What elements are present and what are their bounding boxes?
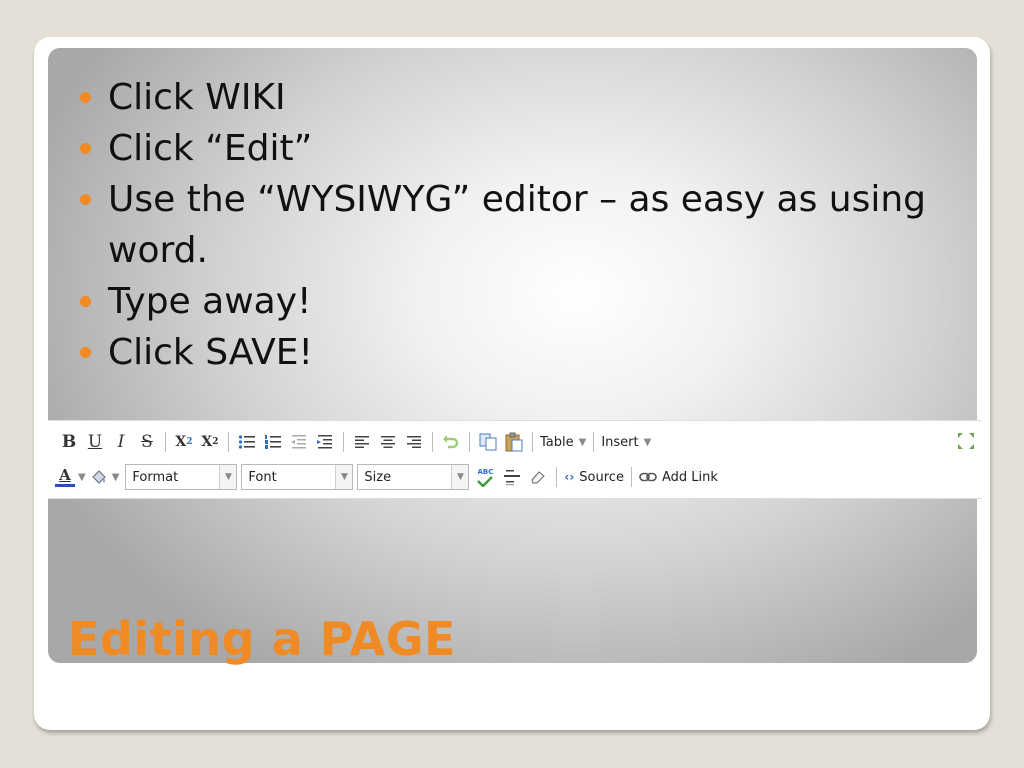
chevron-down-icon: ▼ [219, 465, 237, 489]
text-color-button[interactable]: A [54, 464, 76, 490]
subscript-button[interactable]: X2 [173, 429, 195, 455]
toolbar-separator [630, 467, 632, 487]
toolbar-separator [556, 467, 558, 487]
eraser-button[interactable] [527, 464, 549, 490]
bulleted-list-button[interactable] [236, 429, 258, 455]
bullet-item: Click WIKI [78, 72, 958, 123]
bulleted-list-icon [238, 435, 255, 449]
align-right-button[interactable] [403, 429, 425, 455]
chevron-down-icon[interactable]: ▼ [78, 472, 86, 483]
strikethrough-button[interactable]: S [136, 429, 158, 455]
align-left-icon [355, 436, 369, 448]
insert-menu[interactable]: Insert ▼ [601, 429, 651, 455]
align-center-button[interactable] [377, 429, 399, 455]
bold-button[interactable]: B [58, 429, 80, 455]
toolbar-separator [469, 432, 470, 452]
format-select[interactable]: Format ▼ [125, 464, 238, 490]
italic-button[interactable]: I [110, 429, 132, 455]
background-color-button[interactable] [88, 464, 110, 490]
outdent-icon [291, 435, 306, 449]
align-left-button[interactable] [351, 429, 373, 455]
format-select-value: Format [132, 469, 179, 485]
table-menu-label: Table [540, 434, 574, 450]
font-select[interactable]: Font ▼ [241, 464, 354, 490]
toolbar-separator [165, 432, 166, 452]
underline-button[interactable]: U [84, 429, 106, 455]
align-right-icon [407, 436, 421, 448]
slide-title: Editing a PAGE [68, 612, 456, 666]
add-link-button[interactable]: Add Link [639, 464, 718, 490]
wysiwyg-toolbar: B U I S X2 X2 Table ▼ Insert ▼ A ▼ ▼ For… [48, 420, 982, 499]
code-icon: ‹› [564, 470, 575, 484]
bullet-text: Click SAVE! [108, 332, 313, 373]
toolbar-separator [532, 432, 533, 452]
superscript-mark: 2 [212, 437, 219, 447]
toolbar-row-1: B U I S X2 X2 Table ▼ Insert ▼ [56, 426, 653, 458]
line-spacing-button[interactable] [501, 464, 523, 490]
align-center-icon [381, 436, 395, 448]
toolbar-separator [343, 432, 344, 452]
bullet-text: Use the “WYSIWYG” editor – as easy as us… [108, 179, 927, 271]
paste-button[interactable] [503, 429, 525, 455]
copy-button[interactable] [477, 429, 499, 455]
toolbar-separator [593, 432, 595, 452]
spellcheck-label: ABC [477, 467, 494, 476]
add-link-label: Add Link [661, 469, 718, 485]
indent-button[interactable] [314, 429, 336, 455]
bullet-dot-icon [80, 194, 91, 205]
bullet-item: Click SAVE! [78, 327, 958, 378]
bullet-dot-icon [80, 296, 91, 307]
chevron-down-icon: ▼ [578, 436, 587, 448]
bullet-dot-icon [80, 347, 91, 358]
spellcheck-icon [477, 475, 494, 487]
bullet-item: Type away! [78, 276, 958, 327]
bullet-dot-icon [80, 143, 91, 154]
bullet-item: Use the “WYSIWYG” editor – as easy as us… [78, 174, 958, 276]
size-select[interactable]: Size ▼ [357, 464, 470, 490]
source-label: Source [579, 469, 624, 485]
text-color-bar [55, 484, 75, 487]
toolbar-separator [228, 432, 229, 452]
chevron-down-icon: ▼ [643, 436, 652, 448]
paint-bucket-icon [91, 470, 106, 484]
eraser-icon [531, 471, 546, 484]
subscript-label: X [175, 434, 187, 450]
undo-icon [443, 435, 459, 449]
bullet-item: Click “Edit” [78, 123, 958, 174]
link-icon [639, 472, 657, 482]
numbered-list-button[interactable] [262, 429, 284, 455]
bullet-list: Click WIKI Click “Edit” Use the “WYSIWYG… [78, 72, 958, 378]
chevron-down-icon: ▼ [335, 465, 353, 489]
bullet-text: Click “Edit” [108, 128, 313, 169]
font-select-value: Font [248, 469, 277, 485]
indent-icon [317, 435, 332, 449]
spellcheck-button[interactable]: ABC [473, 464, 497, 490]
subscript-mark: 2 [186, 437, 193, 447]
copy-icon [479, 433, 497, 451]
table-menu[interactable]: Table ▼ [540, 429, 586, 455]
source-button[interactable]: ‹› Source [564, 464, 624, 490]
numbered-list-icon [265, 435, 281, 449]
outdent-button[interactable] [288, 429, 310, 455]
bullet-text: Type away! [108, 281, 312, 322]
size-select-value: Size [364, 469, 392, 485]
superscript-label: X [201, 434, 213, 450]
chevron-down-icon[interactable]: ▼ [112, 472, 120, 483]
line-spacing-icon [504, 470, 521, 486]
toolbar-separator [432, 432, 433, 452]
insert-menu-label: Insert [601, 434, 639, 450]
text-color-icon: A [59, 466, 71, 484]
bullet-dot-icon [80, 92, 91, 103]
toolbar-row-2: A ▼ ▼ Format ▼ Font ▼ Size ▼ ABC ‹› Sour… [52, 461, 720, 493]
maximize-button[interactable] [956, 431, 976, 455]
paste-icon [505, 432, 523, 452]
superscript-button[interactable]: X2 [199, 429, 221, 455]
bullet-text: Click WIKI [108, 77, 286, 118]
maximize-icon [958, 433, 974, 449]
undo-button[interactable] [440, 429, 462, 455]
chevron-down-icon: ▼ [451, 465, 469, 489]
